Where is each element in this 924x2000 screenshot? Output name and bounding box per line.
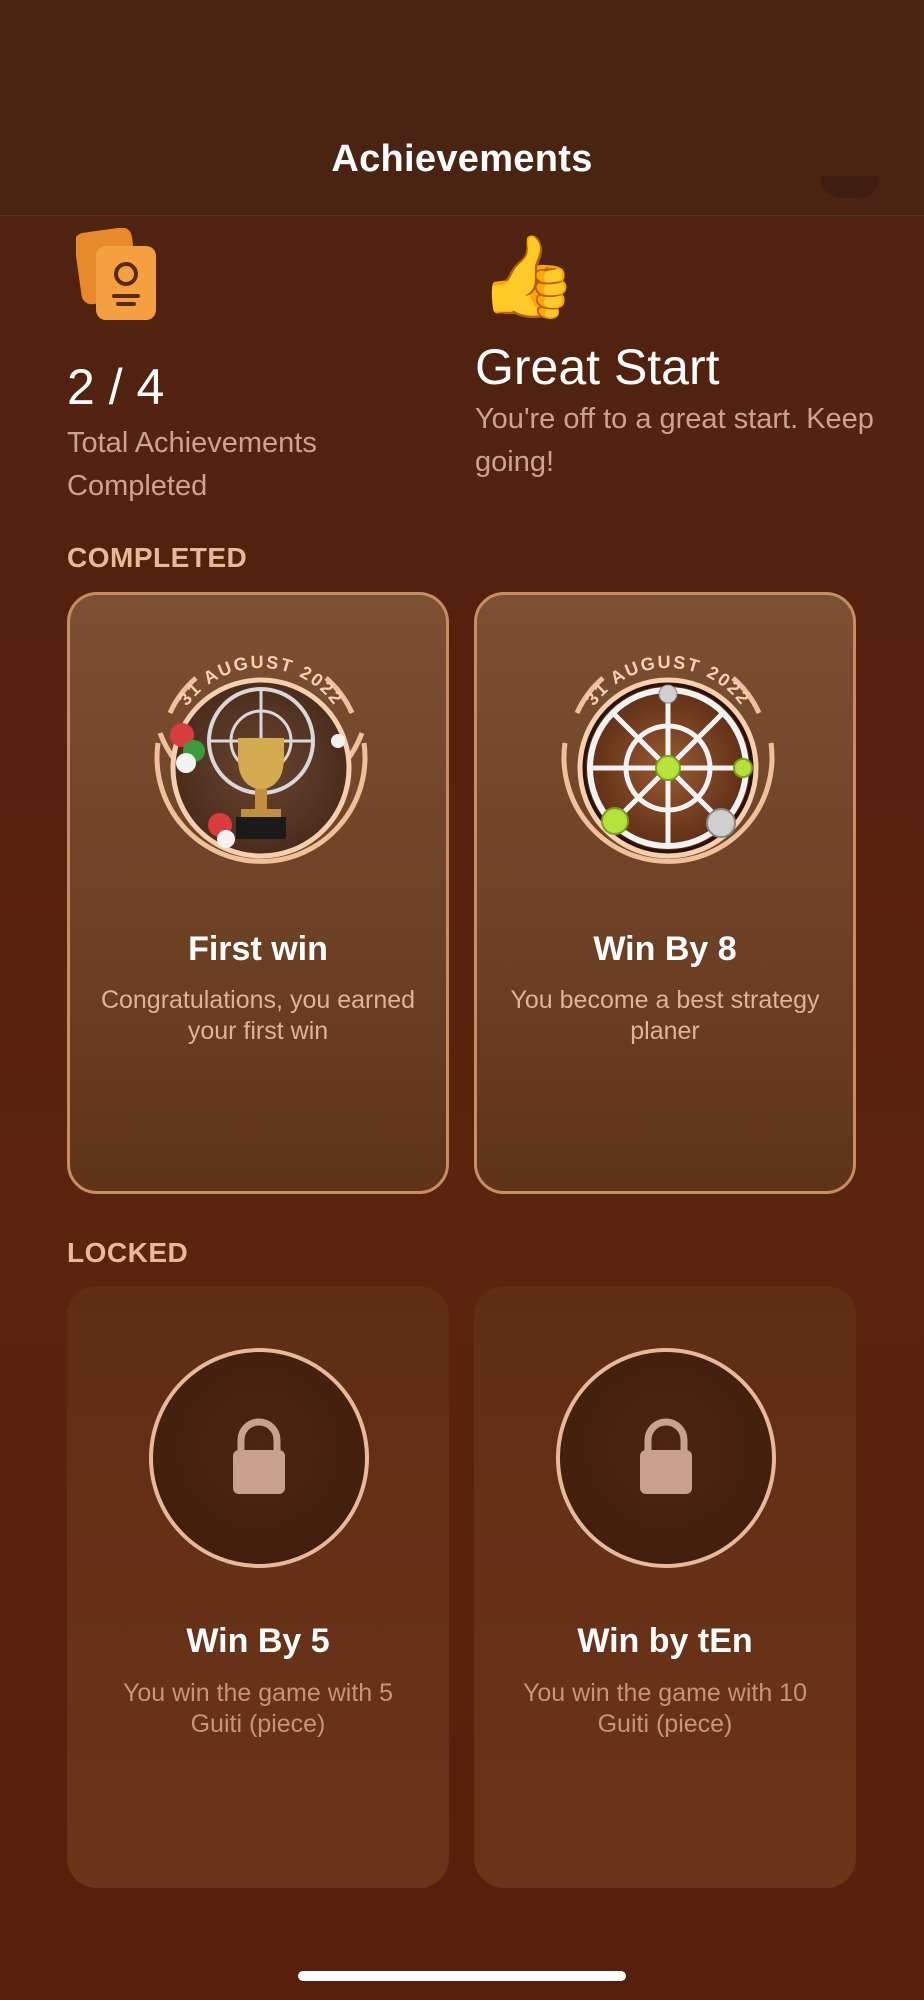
lock-icon	[640, 1418, 692, 1494]
status-title: Great Start	[475, 339, 720, 395]
nav-header: Achievements	[0, 0, 924, 216]
achievement-title: First win	[188, 930, 328, 968]
achievement-card-win-by-5[interactable]: Win By 5 You win the game with 5 Guiti (…	[67, 1286, 449, 1888]
lock-icon	[233, 1418, 285, 1494]
game-board-badge: 31 AUGUST 2022	[533, 623, 803, 893]
achievements-count: 2 / 4	[67, 359, 165, 415]
achievement-card-first-win[interactable]: 31 AUGUST 2022 First win Congratulations…	[67, 592, 449, 1194]
achievement-title: Win By 5	[186, 1622, 330, 1660]
locked-heading: LOCKED	[67, 1237, 189, 1268]
badge-cards-icon	[74, 227, 160, 324]
achievement-description: You become a best strategy planer	[510, 986, 820, 1045]
completed-heading: COMPLETED	[67, 542, 248, 573]
achievement-description: Congratulations, you earned your first w…	[100, 986, 416, 1045]
achievement-description: You win the game with 5 Guiti (piece)	[122, 1679, 394, 1738]
thumbs-up-icon: 👍	[478, 232, 578, 321]
achievement-title: Win by tEn	[577, 1622, 753, 1660]
page-title: Achievements	[331, 138, 593, 180]
achievement-description: You win the game with 10 Guiti (piece)	[523, 1679, 807, 1738]
status-description: You're off to a great start. Keep going!	[475, 403, 874, 478]
trophy-badge: 31 AUGUST 2022	[126, 623, 396, 893]
header-decoration	[820, 176, 880, 198]
achievement-card-win-by-ten[interactable]: Win by tEn You win the game with 10 Guit…	[474, 1286, 856, 1888]
locked-badge	[149, 1348, 369, 1568]
home-indicator[interactable]	[298, 1971, 626, 1981]
achievements-count-label: Total Achievements Completed	[67, 427, 317, 502]
locked-badge	[556, 1348, 776, 1568]
achievement-title: Win By 8	[593, 930, 737, 968]
achievement-card-win-by-8[interactable]: 31 AUGUST 2022 Win By 8 You become a bes…	[474, 592, 856, 1194]
